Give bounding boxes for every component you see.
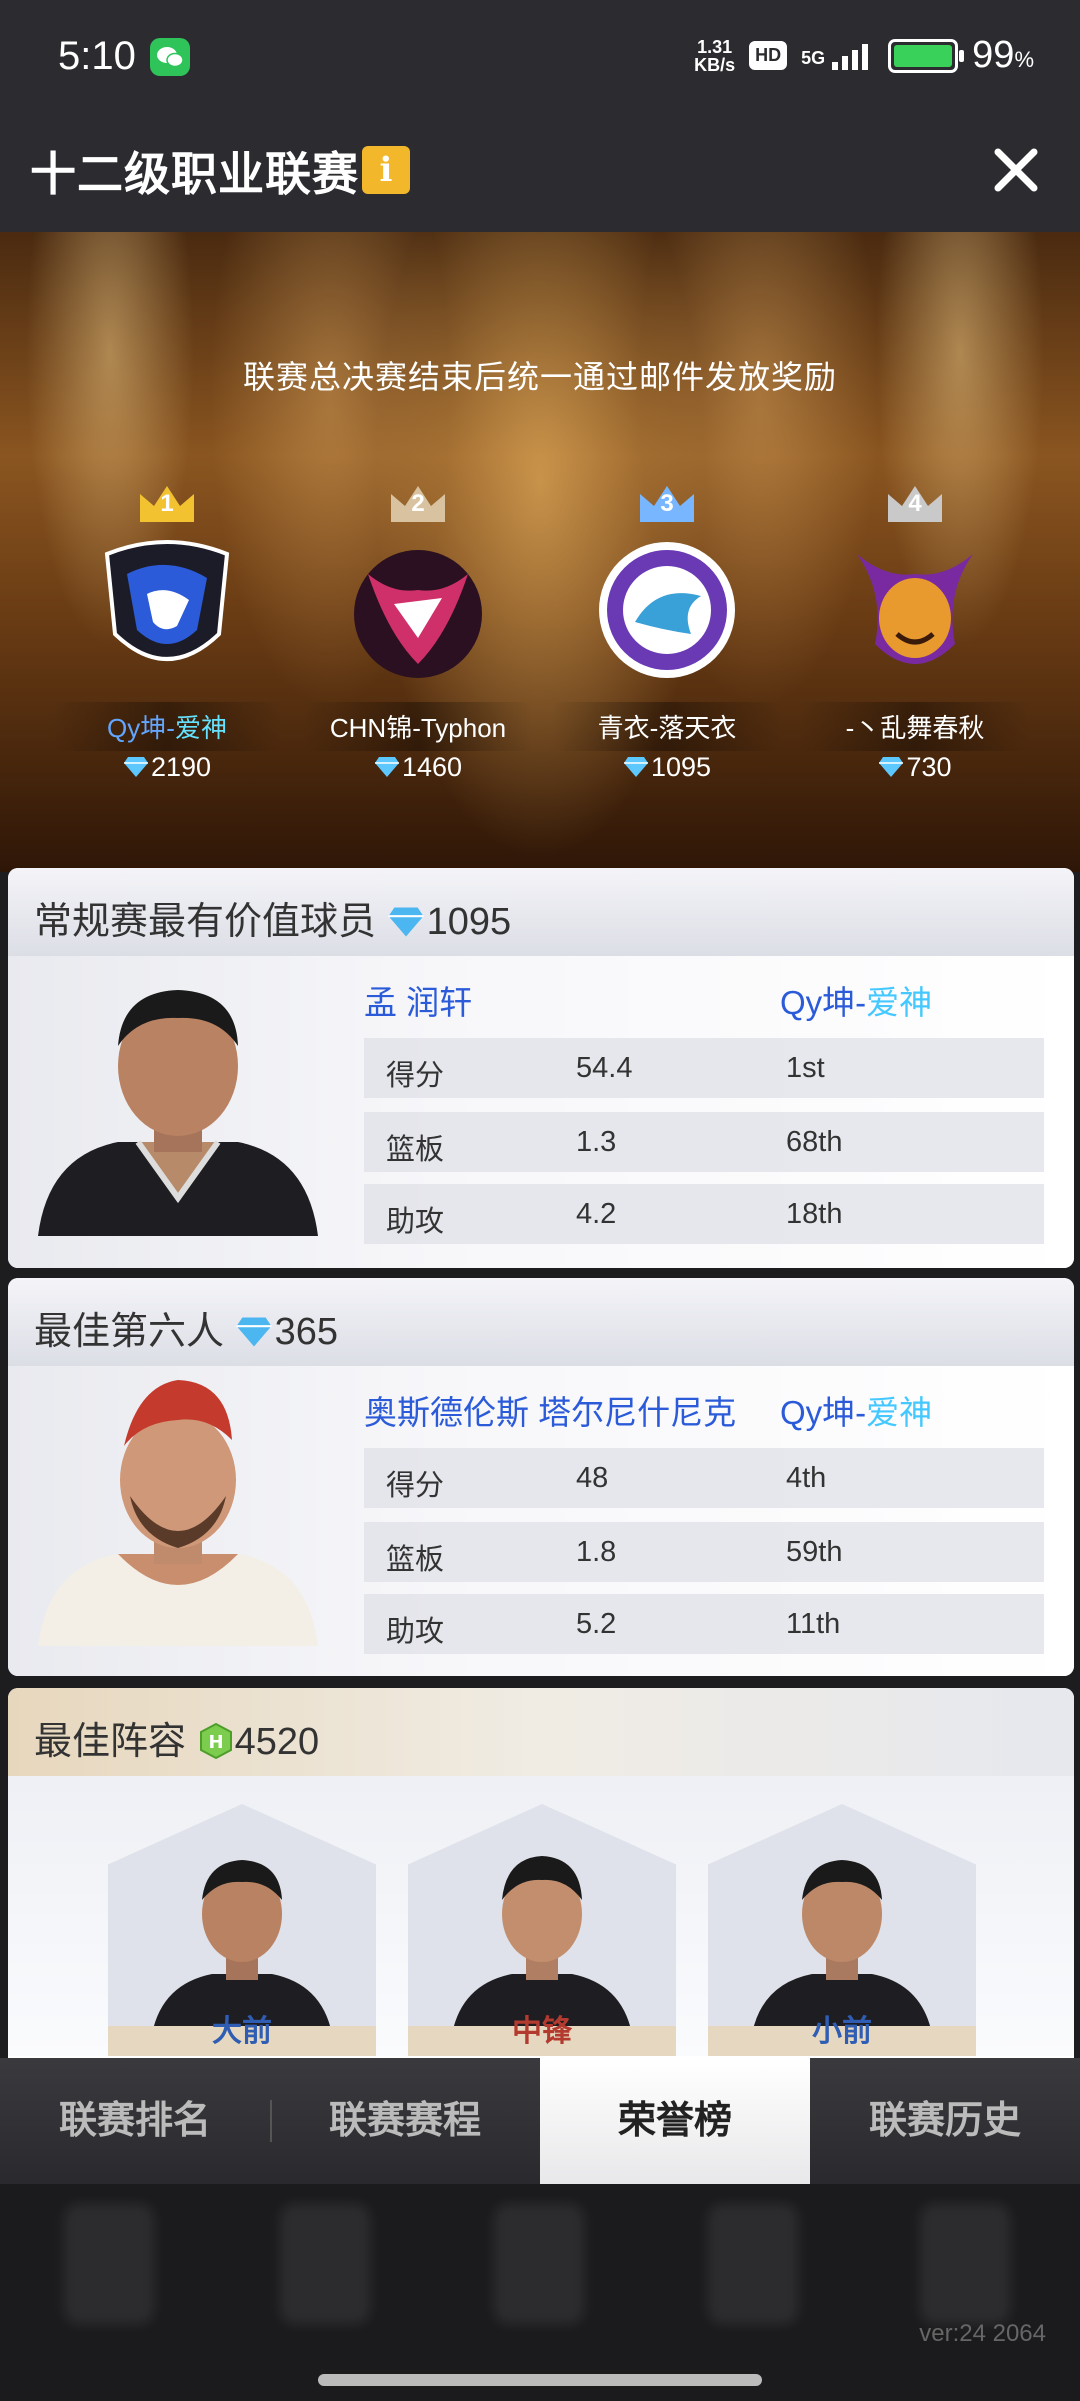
stat-row: 得分 48 4th (364, 1448, 1044, 1508)
team-name: CHN锦-Typhon (303, 702, 533, 751)
battery-icon (888, 38, 965, 73)
sixth-player-name[interactable]: 奥斯德伦斯 塔尔尼什尼克 (364, 1386, 736, 1434)
team-gems: 1460 (303, 752, 533, 783)
podium-team-3[interactable]: 3 青衣-落天衣 1095 (552, 484, 782, 784)
team-name: 青衣-落天衣 (552, 702, 782, 751)
stat-row: 篮板 1.8 59th (364, 1522, 1044, 1582)
team-gems: 730 (800, 752, 1030, 783)
reward-note: 联赛总决赛结束后统一通过邮件发放奖励 (242, 359, 837, 395)
position-label: 中锋 (512, 2015, 572, 2048)
crown-icon: 1 (138, 484, 196, 524)
hexagon-token-icon: H (199, 1722, 232, 1760)
player-portrait[interactable] (18, 1376, 338, 1646)
tab-bar: 联赛排名 联赛赛程 荣誉榜 联赛历史 (0, 2058, 1080, 2184)
tab-league-history[interactable]: 联赛历史 (810, 2058, 1080, 2184)
lineup-title: 最佳阵容 H 4520 (34, 1721, 320, 1763)
diamond-icon (879, 757, 904, 777)
status-bar: 5:10 1.31 KB/s HD 5G 99% (0, 0, 1080, 110)
podium-team-1[interactable]: 1 Qy坤-爱神 2190 (52, 484, 282, 784)
team-name: Qy坤-爱神 (52, 702, 282, 751)
home-indicator[interactable] (318, 2374, 762, 2386)
signal-icon: 5G (801, 42, 874, 70)
tab-league-schedule[interactable]: 联赛赛程 (270, 2058, 540, 2184)
player-portrait (752, 1860, 932, 2034)
team-logo-icon (599, 542, 735, 678)
stat-row: 助攻 4.2 18th (364, 1184, 1044, 1244)
sixth-player-team: Qy坤-爱神 (780, 1394, 933, 1431)
status-time: 5:10 (58, 34, 136, 78)
lineup-slot[interactable]: 小前 (708, 1804, 976, 2056)
crown-icon: 2 (389, 484, 447, 524)
diamond-icon (388, 907, 424, 937)
diamond-icon (236, 1317, 272, 1347)
position-label: 大前 (212, 2015, 272, 2048)
crown-icon: 4 (886, 484, 944, 524)
position-label: 小前 (812, 2015, 872, 2048)
diamond-icon (374, 757, 399, 777)
title-bar: 十二级职业联赛 i (0, 110, 1080, 232)
team-gems: 1095 (552, 752, 782, 783)
team-logo-icon (104, 540, 230, 661)
wechat-icon (150, 38, 190, 76)
hd-icon: HD (749, 41, 788, 70)
crown-icon: 3 (638, 484, 696, 524)
diamond-icon (623, 757, 648, 777)
diamond-icon (123, 757, 148, 777)
player-portrait[interactable] (18, 966, 338, 1236)
mvp-player-team: Qy坤-爱神 (780, 984, 933, 1021)
team-gems: 2190 (52, 752, 282, 783)
mvp-player-name[interactable]: 孟 润轩 (364, 976, 472, 1024)
svg-text:H: H (208, 1732, 223, 1753)
close-icon[interactable] (988, 142, 1044, 198)
page-title: 十二级职业联赛 (30, 148, 359, 200)
stat-row: 篮板 1.3 68th (364, 1112, 1044, 1172)
stat-row: 得分 54.4 1st (364, 1038, 1044, 1098)
info-icon[interactable]: i (362, 146, 410, 194)
version-label: ver:24 2064 (919, 2320, 1046, 2347)
podium-team-4[interactable]: 4 -丶乱舞春秋 730 (800, 484, 1030, 784)
lineup-slots: 大前 中锋 小前 (8, 1776, 1074, 2056)
sixth-man-title: 最佳第六人 365 (34, 1311, 338, 1353)
tab-honor-roll[interactable]: 荣誉榜 (540, 2058, 810, 2184)
mvp-title: 常规赛最有价值球员 1095 (34, 901, 512, 943)
tab-league-ranking[interactable]: 联赛排名 (0, 2058, 270, 2184)
lineup-slot[interactable]: 大前 (108, 1804, 376, 2056)
best-lineup-card: 最佳阵容 H 4520 大前 中锋 小前 (8, 1688, 1074, 2058)
player-portrait (452, 1856, 632, 2034)
podium-stage: 联赛总决赛结束后统一通过邮件发放奖励 1 Qy坤-爱神 2190 2 CHN锦-… (0, 232, 1080, 872)
team-name: -丶乱舞春秋 (800, 702, 1030, 751)
sixth-man-card: 最佳第六人 365 奥斯德伦斯 塔尔尼什尼克 Qy坤-爱神 得分 48 4th 篮板… (8, 1278, 1074, 1676)
lineup-slot[interactable]: 中锋 (408, 1804, 676, 2056)
podium-team-2[interactable]: 2 CHN锦-Typhon 1460 (303, 484, 533, 784)
battery-percent: 99% (972, 34, 1034, 76)
team-logo-icon (857, 554, 973, 664)
mvp-card: 常规赛最有价值球员 1095 孟 润轩 Qy坤-爱神 得分 54.4 1st 篮板 1… (8, 868, 1074, 1268)
player-portrait (152, 1860, 332, 2034)
network-speed: 1.31 KB/s (694, 36, 736, 75)
stat-row: 助攻 5.2 11th (364, 1594, 1044, 1654)
team-logo-icon (354, 550, 482, 678)
background-menu: ver:24 2064 (0, 2184, 1080, 2401)
